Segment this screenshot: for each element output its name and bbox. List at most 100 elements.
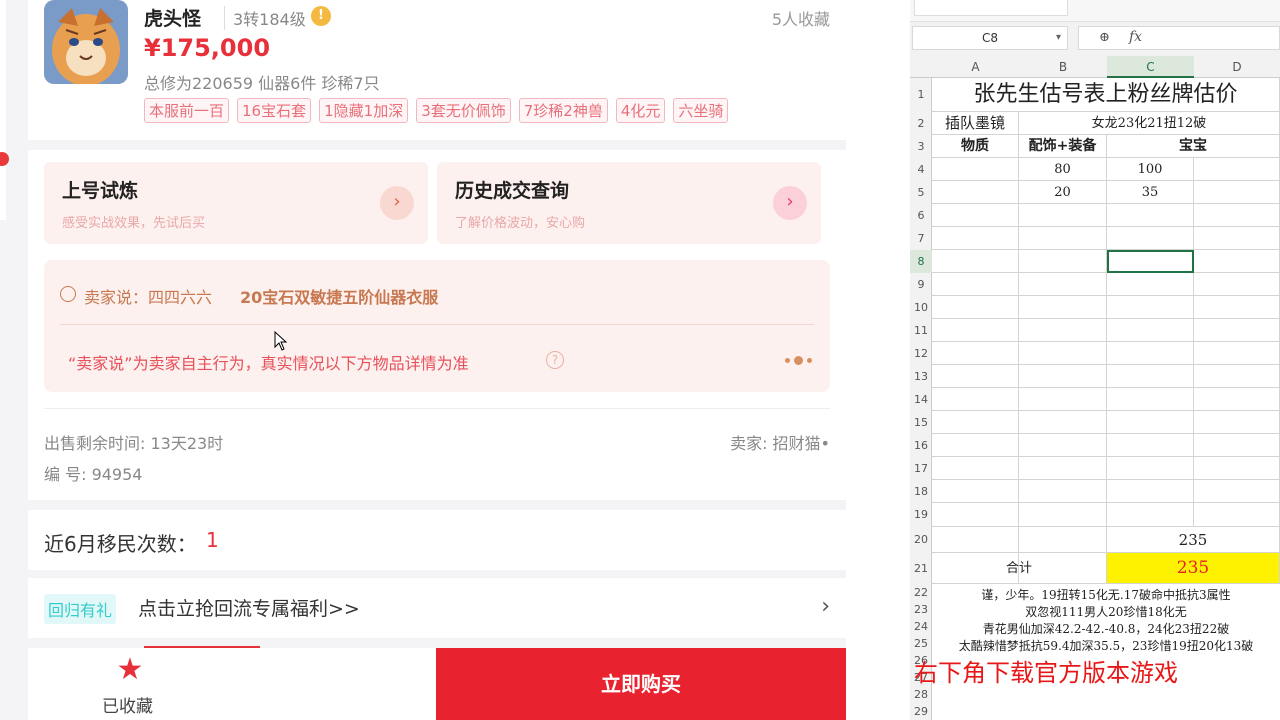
cell[interactable] — [1194, 227, 1280, 250]
cell[interactable] — [1194, 365, 1280, 388]
cell[interactable] — [932, 457, 1019, 480]
row-header[interactable]: 6 — [910, 204, 932, 227]
cell[interactable] — [1107, 227, 1194, 250]
cell[interactable] — [1107, 411, 1194, 434]
cell[interactable] — [932, 181, 1019, 204]
row-header[interactable]: 12 — [910, 342, 932, 365]
cell-c21[interactable]: 235 — [1107, 553, 1280, 584]
cell[interactable] — [1107, 457, 1194, 480]
price-history-tile[interactable]: 历史成交查询 了解价格波动，安心购 › — [437, 162, 821, 244]
row-header[interactable]: 23 — [910, 601, 932, 618]
cell[interactable] — [1019, 204, 1107, 227]
return-promo-card[interactable]: 回归有礼 点击立抢回流专属福利>> › — [28, 578, 846, 638]
cell[interactable] — [1019, 365, 1107, 388]
row-header[interactable]: 15 — [910, 411, 932, 434]
cell[interactable] — [1194, 434, 1280, 457]
row-header[interactable]: 25 — [910, 635, 932, 652]
cell[interactable] — [1019, 319, 1107, 342]
cell-b2[interactable]: 女龙23化21扭12破 — [1019, 112, 1280, 135]
name-box[interactable]: C8 ▾ — [912, 26, 1068, 50]
cell[interactable] — [1107, 434, 1194, 457]
cell[interactable] — [1194, 319, 1280, 342]
column-header-d[interactable]: D — [1194, 56, 1280, 78]
row-header[interactable]: 7 — [910, 227, 932, 250]
row-header[interactable]: 19 — [910, 503, 932, 527]
cell[interactable] — [932, 527, 1019, 553]
star-icon[interactable]: ★ — [112, 654, 148, 686]
row-header[interactable]: 16 — [910, 434, 932, 457]
row-header[interactable]: 29 — [910, 703, 932, 720]
cell[interactable] — [1019, 457, 1107, 480]
formula-input[interactable]: ⊕ fx — [1078, 26, 1280, 50]
cell[interactable] — [1019, 527, 1107, 553]
cell[interactable] — [1194, 342, 1280, 365]
cell[interactable] — [1107, 319, 1194, 342]
cell[interactable] — [1019, 342, 1107, 365]
cell[interactable] — [932, 273, 1019, 296]
cell[interactable] — [1019, 296, 1107, 319]
cell[interactable] — [1107, 204, 1194, 227]
cell-a1[interactable]: 张先生估号表上粉丝牌估价 — [932, 78, 1280, 112]
cell[interactable] — [932, 250, 1019, 273]
row-header[interactable]: 5 — [910, 181, 932, 204]
cell[interactable] — [1194, 204, 1280, 227]
cell[interactable] — [1194, 158, 1280, 181]
cell[interactable] — [1107, 503, 1194, 527]
cell[interactable] — [1107, 388, 1194, 411]
info-warning-icon[interactable]: ! — [311, 6, 331, 26]
chevron-right-icon[interactable]: › — [773, 186, 807, 220]
cell[interactable] — [932, 503, 1019, 527]
row-header[interactable]: 21 — [910, 553, 932, 584]
cell[interactable] — [1194, 273, 1280, 296]
cell[interactable] — [1194, 411, 1280, 434]
cell[interactable] — [1194, 480, 1280, 503]
row-header[interactable]: 13 — [910, 365, 932, 388]
cell-b5[interactable]: 20 — [1019, 181, 1107, 204]
cell[interactable] — [1194, 296, 1280, 319]
chevron-right-icon[interactable]: › — [380, 186, 414, 220]
cell[interactable] — [1107, 342, 1194, 365]
help-icon[interactable]: ? — [546, 351, 564, 369]
cell[interactable] — [1107, 296, 1194, 319]
cell[interactable] — [932, 227, 1019, 250]
cell[interactable] — [1019, 273, 1107, 296]
cell[interactable] — [932, 434, 1019, 457]
row-header[interactable]: 18 — [910, 480, 932, 503]
cell-grid[interactable]: 张先生估号表上粉丝牌估价 插队墨镜 女龙23化21扭12破 物质 配饰+装备 宝… — [914, 78, 1280, 720]
row-header[interactable]: 14 — [910, 388, 932, 411]
cell-b4[interactable]: 80 — [1019, 158, 1107, 181]
cell[interactable] — [1107, 250, 1194, 273]
cell[interactable] — [1019, 480, 1107, 503]
row-header[interactable]: 10 — [910, 296, 932, 319]
cell[interactable] — [932, 204, 1019, 227]
cell[interactable] — [1194, 250, 1280, 273]
row-header[interactable]: 17 — [910, 457, 932, 480]
cell[interactable] — [932, 296, 1019, 319]
favorited-label[interactable]: 已收藏 — [102, 692, 153, 717]
cell[interactable] — [1107, 365, 1194, 388]
row-header[interactable]: 11 — [910, 319, 932, 342]
cell-c20[interactable]: 235 — [1107, 527, 1280, 553]
trial-login-tile[interactable]: 上号试炼 感受实战效果，先试后买 › — [44, 162, 428, 244]
cell[interactable] — [1019, 250, 1107, 273]
cell[interactable] — [932, 365, 1019, 388]
cell-c5[interactable]: 35 — [1107, 181, 1194, 204]
cell[interactable] — [932, 388, 1019, 411]
cell[interactable] — [1107, 480, 1194, 503]
cell-a2[interactable]: 插队墨镜 — [932, 112, 1019, 135]
row-header[interactable]: 4 — [910, 158, 932, 181]
cell-c4[interactable]: 100 — [1107, 158, 1194, 181]
column-header-c[interactable]: C — [1107, 56, 1194, 78]
cell[interactable] — [1019, 227, 1107, 250]
cell[interactable] — [932, 480, 1019, 503]
function-icon[interactable]: fx — [1129, 29, 1142, 45]
column-header-a[interactable]: A — [932, 56, 1019, 78]
cell[interactable] — [932, 342, 1019, 365]
zoom-icon[interactable]: ⊕ — [1099, 30, 1110, 45]
cell[interactable] — [1194, 388, 1280, 411]
cell[interactable] — [1107, 273, 1194, 296]
row-header[interactable]: 1 — [910, 78, 932, 112]
seller-name[interactable]: 卖家: 招财猫• — [730, 430, 830, 454]
row-header[interactable]: 28 — [910, 686, 932, 703]
cell-c3[interactable]: 宝宝 — [1107, 135, 1280, 158]
